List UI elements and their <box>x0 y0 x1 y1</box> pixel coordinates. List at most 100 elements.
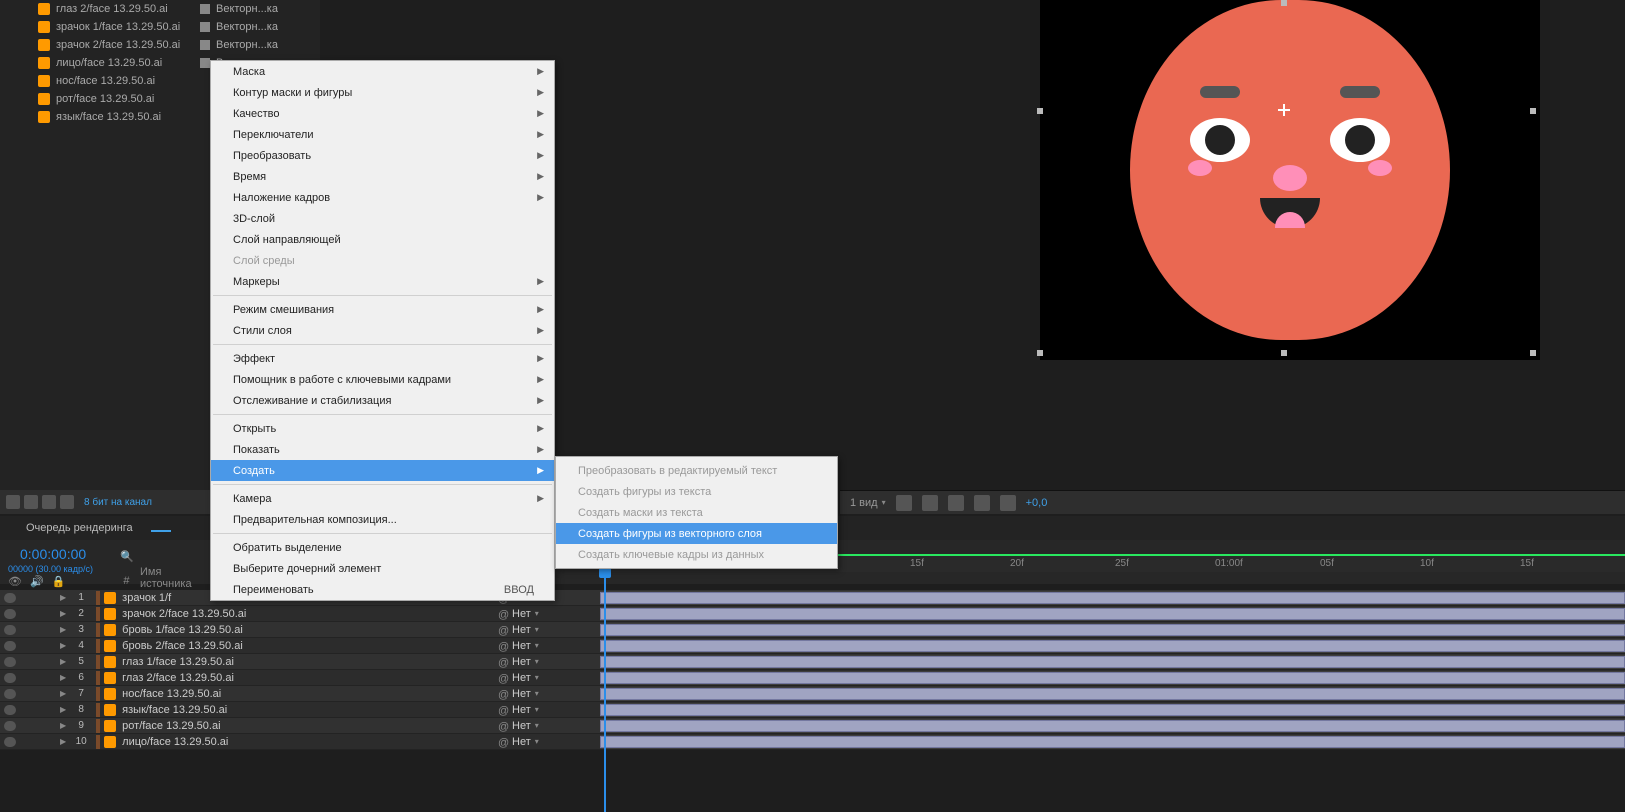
timeline-layer-row[interactable]: ▶5глаз 1/face 13.29.50.ai@Нет▾ <box>0 654 1625 670</box>
menu-item[interactable]: ПереименоватьВВОД <box>211 579 554 600</box>
motion-blur-switch-icon[interactable] <box>322 736 336 748</box>
parent-dropdown[interactable]: @Нет▾ <box>498 704 578 716</box>
twirl-icon[interactable]: ▶ <box>60 641 66 650</box>
current-timecode[interactable]: 0:00:00:00 <box>20 546 86 562</box>
layer-bar[interactable] <box>600 640 1625 652</box>
layer-bar-region[interactable] <box>600 655 1625 669</box>
menu-item[interactable]: Преобразовать▶ <box>211 145 554 166</box>
motion-blur-switch-icon[interactable] <box>322 640 336 652</box>
visibility-toggle-icon[interactable] <box>4 689 16 699</box>
motion-blur-switch-icon[interactable] <box>322 656 336 668</box>
parent-dropdown[interactable]: @Нет▾ <box>498 736 578 748</box>
visibility-toggle-icon[interactable] <box>4 705 16 715</box>
label-color-icon[interactable] <box>96 671 100 685</box>
shy-switch-icon[interactable] <box>286 688 300 700</box>
twirl-icon[interactable]: ▶ <box>60 625 66 634</box>
selection-handle[interactable] <box>1530 108 1536 114</box>
layer-bar-region[interactable] <box>600 719 1625 733</box>
timeline-layer-row[interactable]: ▶8язык/face 13.29.50.ai@Нет▾ <box>0 702 1625 718</box>
pickwhip-icon[interactable]: @ <box>498 737 508 747</box>
search-icon[interactable]: 🔍 <box>120 550 134 563</box>
fx-switch-icon[interactable] <box>304 656 318 668</box>
menu-item[interactable]: Маркеры▶ <box>211 271 554 292</box>
label-color-icon[interactable] <box>96 639 100 653</box>
label-color-icon[interactable] <box>96 623 100 637</box>
pickwhip-icon[interactable]: @ <box>498 609 508 619</box>
menu-item[interactable]: Выберите дочерний элемент <box>211 558 554 579</box>
fx-switch-icon[interactable] <box>304 608 318 620</box>
visibility-toggle-icon[interactable] <box>4 625 16 635</box>
menu-item[interactable]: Создать▶ <box>211 460 554 481</box>
timeline-layer-row[interactable]: ▶4бровь 2/face 13.29.50.ai@Нет▾ <box>0 638 1625 654</box>
eye-column-icon[interactable]: 👁 <box>8 575 22 588</box>
visibility-toggle-icon[interactable] <box>4 657 16 667</box>
label-color-icon[interactable] <box>96 735 100 749</box>
lock-column-icon[interactable]: 🔒 <box>52 575 66 588</box>
layer-name[interactable]: бровь 2/face 13.29.50.ai <box>122 640 282 652</box>
fx-switch-icon[interactable] <box>304 704 318 716</box>
project-item[interactable]: зрачок 1/face 13.29.50.aiВекторн...ка <box>0 18 320 36</box>
exposure-value[interactable]: +0,0 <box>1026 497 1048 509</box>
pickwhip-icon[interactable]: @ <box>498 657 508 667</box>
shy-switch-icon[interactable] <box>286 672 300 684</box>
parent-dropdown[interactable]: @Нет▾ <box>498 608 578 620</box>
selection-handle[interactable] <box>1530 350 1536 356</box>
menu-item[interactable]: Отслеживание и стабилизация▶ <box>211 390 554 411</box>
timeline-layer-row[interactable]: ▶2зрачок 2/face 13.29.50.ai@Нет▾ <box>0 606 1625 622</box>
grid-icon[interactable] <box>896 495 912 511</box>
layer-bar-region[interactable] <box>600 735 1625 749</box>
pickwhip-icon[interactable]: @ <box>498 721 508 731</box>
layer-name[interactable]: рот/face 13.29.50.ai <box>122 720 282 732</box>
timeline-layer-row[interactable]: ▶3бровь 1/face 13.29.50.ai@Нет▾ <box>0 622 1625 638</box>
menu-item[interactable]: Камера▶ <box>211 488 554 509</box>
shy-switch-icon[interactable] <box>286 736 300 748</box>
menu-item[interactable]: Переключатели▶ <box>211 124 554 145</box>
twirl-icon[interactable]: ▶ <box>60 705 66 714</box>
motion-blur-switch-icon[interactable] <box>322 704 336 716</box>
selection-handle[interactable] <box>1281 0 1287 6</box>
pickwhip-icon[interactable]: @ <box>498 641 508 651</box>
visibility-toggle-icon[interactable] <box>4 673 16 683</box>
layer-context-menu[interactable]: Маска▶Контур маски и фигуры▶Качество▶Пер… <box>210 60 555 601</box>
create-submenu[interactable]: Преобразовать в редактируемый текстСозда… <box>555 456 838 569</box>
menu-item[interactable]: 3D-слой <box>211 208 554 229</box>
pickwhip-icon[interactable]: @ <box>498 673 508 683</box>
parent-dropdown[interactable]: @Нет▾ <box>498 688 578 700</box>
motion-blur-switch-icon[interactable] <box>322 608 336 620</box>
interpret-footage-icon[interactable] <box>6 495 20 509</box>
tab-composition[interactable] <box>151 524 171 532</box>
menu-item[interactable]: Наложение кадров▶ <box>211 187 554 208</box>
timeline-layer-row[interactable]: ▶10лицо/face 13.29.50.ai@Нет▾ <box>0 734 1625 750</box>
menu-item[interactable]: Эффект▶ <box>211 348 554 369</box>
guides-icon[interactable] <box>922 495 938 511</box>
shy-switch-icon[interactable] <box>286 640 300 652</box>
menu-item[interactable]: Помощник в работе с ключевыми кадрами▶ <box>211 369 554 390</box>
layer-bar[interactable] <box>600 624 1625 636</box>
visibility-toggle-icon[interactable] <box>4 641 16 651</box>
new-folder-icon[interactable] <box>24 495 38 509</box>
layer-name[interactable]: глаз 1/face 13.29.50.ai <box>122 656 282 668</box>
layer-bar-region[interactable] <box>600 623 1625 637</box>
submenu-item[interactable]: Создать фигуры из векторного слоя <box>556 523 837 544</box>
selection-handle[interactable] <box>1037 108 1043 114</box>
timeline-layer-row[interactable]: ▶9рот/face 13.29.50.ai@Нет▾ <box>0 718 1625 734</box>
3d-icon[interactable] <box>974 495 990 511</box>
menu-item[interactable]: Стили слоя▶ <box>211 320 554 341</box>
menu-item[interactable]: Контур маски и фигуры▶ <box>211 82 554 103</box>
timeline-layer-row[interactable]: ▶6глаз 2/face 13.29.50.ai@Нет▾ <box>0 670 1625 686</box>
label-color-icon[interactable] <box>96 719 100 733</box>
selection-handle[interactable] <box>1281 350 1287 356</box>
layer-bar[interactable] <box>600 688 1625 700</box>
fx-switch-icon[interactable] <box>304 688 318 700</box>
shy-switch-icon[interactable] <box>286 720 300 732</box>
shy-switch-icon[interactable] <box>286 624 300 636</box>
menu-item[interactable]: Слой направляющей <box>211 229 554 250</box>
layer-bar-region[interactable] <box>600 671 1625 685</box>
parent-dropdown[interactable]: @Нет▾ <box>498 720 578 732</box>
motion-blur-switch-icon[interactable] <box>322 624 336 636</box>
layer-bar[interactable] <box>600 720 1625 732</box>
playhead-line[interactable] <box>604 572 606 812</box>
motion-blur-switch-icon[interactable] <box>322 720 336 732</box>
visibility-toggle-icon[interactable] <box>4 721 16 731</box>
layer-bar[interactable] <box>600 736 1625 748</box>
